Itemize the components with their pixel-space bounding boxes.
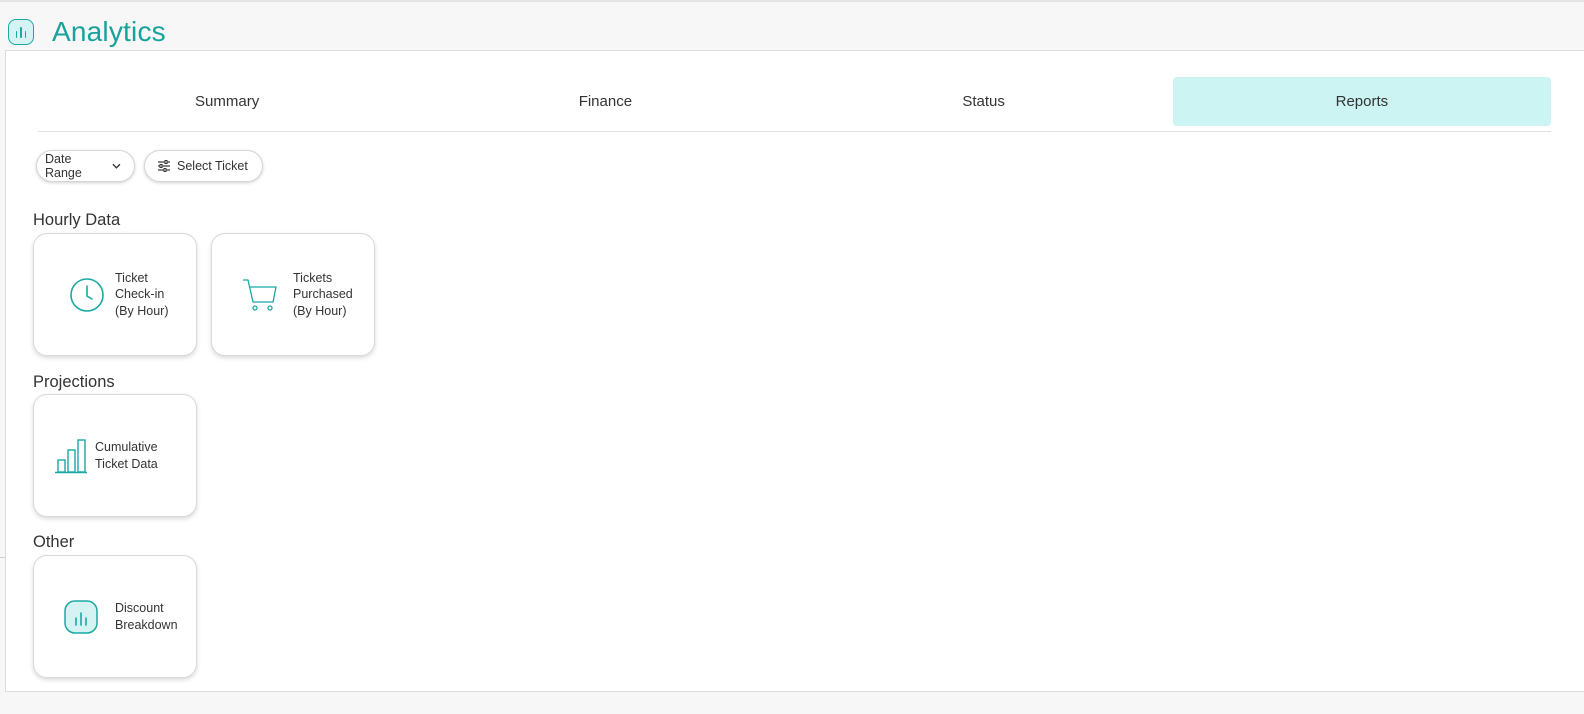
analytics-logo-icon [8,19,34,45]
analytics-chart-icon [64,599,98,634]
left-divider [0,557,5,558]
tab-finance[interactable]: Finance [416,77,794,126]
section-title-projections: Projections [33,373,115,391]
report-card-discount-breakdown[interactable]: Discount Breakdown [33,555,197,678]
date-range-label: Date Range [45,152,82,180]
page-title: Analytics [52,16,166,47]
section-title-other: Other [33,533,75,551]
tab-bar: Summary Finance Status Reports [38,77,1551,132]
filter-bar: Date Range Select Ticket [36,150,263,182]
report-card-label: Tickets Purchased (By Hour) [293,270,353,318]
shopping-cart-icon [243,278,277,311]
bar-chart-icon [55,438,87,473]
date-range-dropdown[interactable]: Date Range [36,150,135,182]
chevron-down-icon [112,163,121,169]
report-card-label: Ticket Check-in (By Hour) [115,270,169,318]
tab-reports[interactable]: Reports [1172,77,1551,126]
report-card-ticket-checkin[interactable]: Ticket Check-in (By Hour) [33,233,197,356]
top-divider [0,0,1584,2]
clock-icon [70,277,104,312]
select-ticket-label: Select Ticket [177,159,248,173]
report-card-label: Cumulative Ticket Data [95,440,158,471]
report-card-label: Discount Breakdown [115,601,178,632]
filter-sliders-icon [158,160,170,172]
select-ticket-button[interactable]: Select Ticket [144,150,263,182]
report-card-cumulative-ticket-data[interactable]: Cumulative Ticket Data [33,394,197,517]
section-title-hourly: Hourly Data [33,211,121,229]
page-header: Analytics [8,14,166,50]
tab-summary[interactable]: Summary [38,77,416,126]
tab-status[interactable]: Status [795,77,1173,126]
main-panel [5,50,1584,692]
report-card-tickets-purchased[interactable]: Tickets Purchased (By Hour) [211,233,375,356]
